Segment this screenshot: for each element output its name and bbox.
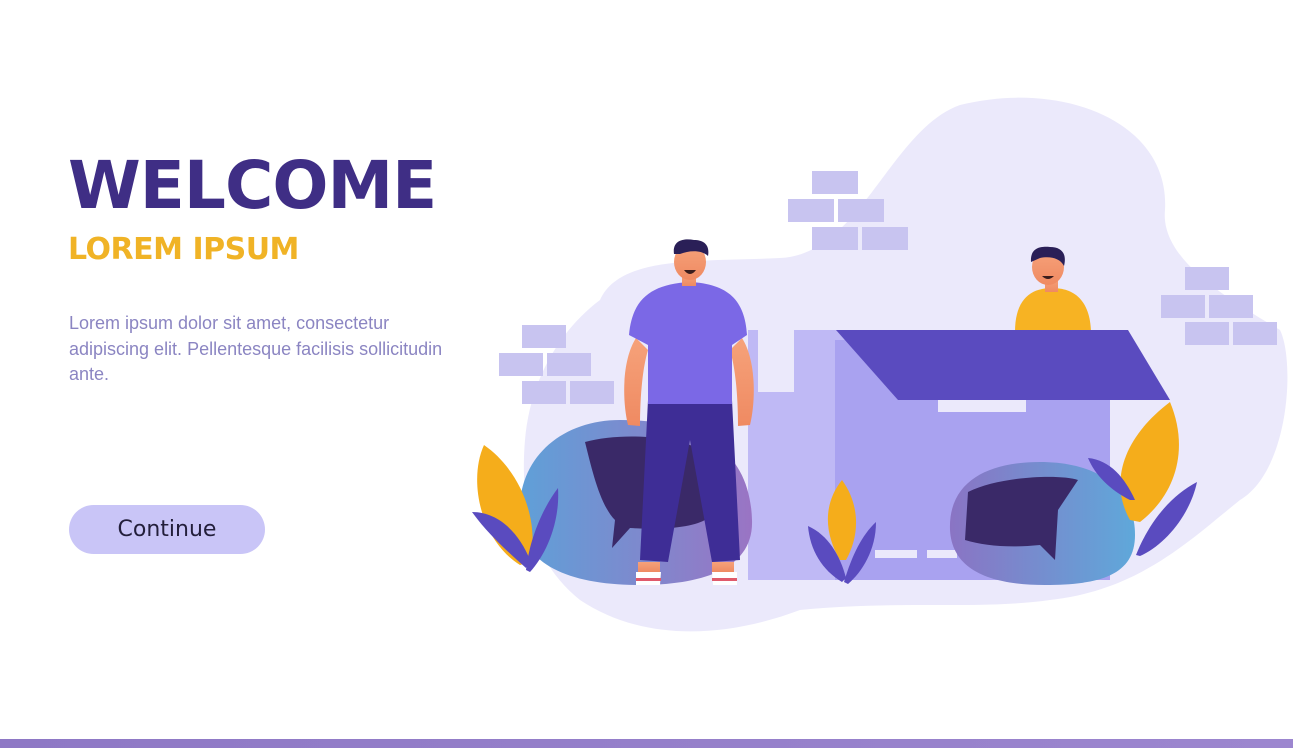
page-subtitle: LOREM IPSUM [68, 232, 299, 267]
welcome-page: WELCOME LOREM IPSUM Lorem ipsum dolor si… [0, 0, 1293, 748]
page-title: WELCOME [68, 147, 437, 224]
bottom-accent-bar [0, 739, 1293, 748]
continue-button[interactable]: Continue [69, 505, 265, 554]
intro-paragraph: Lorem ipsum dolor sit amet, consectetur … [69, 313, 443, 384]
